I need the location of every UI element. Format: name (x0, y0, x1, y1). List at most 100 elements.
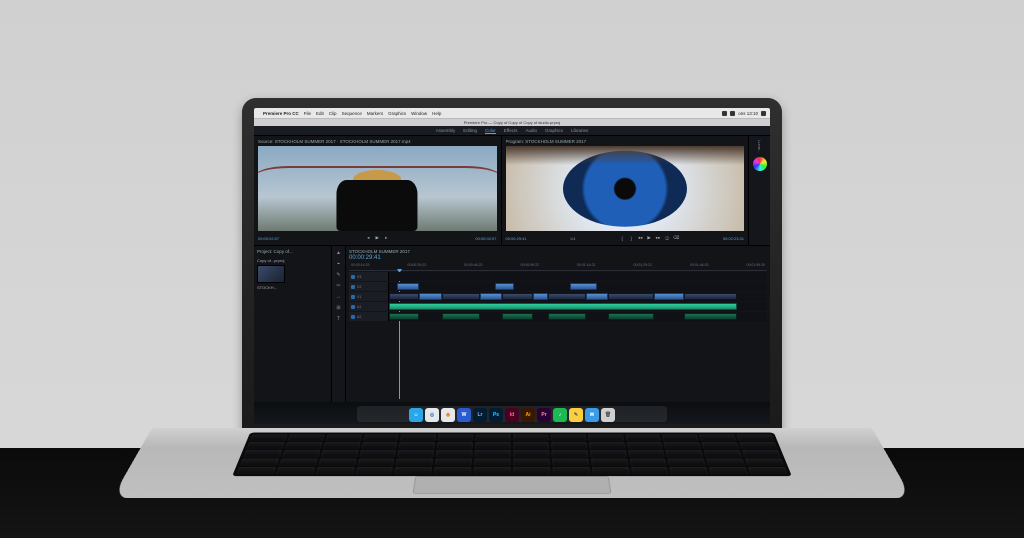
type-tool-button[interactable]: T (335, 315, 343, 323)
keyboard-key[interactable] (397, 450, 434, 457)
video-clip[interactable] (533, 293, 548, 300)
project-clip-thumbnail[interactable] (257, 265, 285, 283)
keyboard-key[interactable] (359, 450, 397, 457)
keyboard-key[interactable] (250, 434, 288, 441)
keyboard-key[interactable] (706, 458, 745, 465)
dock-indesign-icon[interactable]: Id (505, 408, 519, 422)
keyboard-key[interactable] (355, 467, 394, 474)
keyboard-key[interactable] (591, 467, 629, 474)
keyboard-key[interactable] (587, 434, 623, 441)
menu-graphics[interactable]: Graphics (388, 111, 406, 116)
keyboard-key[interactable] (320, 450, 358, 457)
keyboard-key[interactable] (513, 450, 549, 457)
ripple-tool-button[interactable]: ✎ (335, 271, 343, 279)
source-out-timecode[interactable]: 00:00:02:07 (475, 236, 496, 241)
laptop-trackpad[interactable] (413, 476, 612, 494)
keyboard-key[interactable] (551, 442, 587, 449)
program-duration-timecode[interactable]: 00:02:23:31 (723, 236, 744, 241)
video-clip[interactable] (442, 293, 480, 300)
audio-clip[interactable] (442, 313, 480, 320)
video-clip[interactable] (570, 283, 596, 290)
keyboard-key[interactable] (323, 442, 361, 449)
keyboard-key[interactable] (664, 442, 702, 449)
video-clip[interactable] (548, 293, 586, 300)
slip-tool-button[interactable]: ↔ (335, 293, 343, 301)
track-lane-v2[interactable] (389, 282, 767, 291)
keyboard-key[interactable] (357, 458, 395, 465)
track-toggle-icon[interactable] (351, 285, 355, 289)
keyboard-key[interactable] (363, 434, 400, 441)
razor-tool-button[interactable]: ✂ (335, 282, 343, 290)
keyboard-key[interactable] (588, 442, 625, 449)
dock-safari-icon[interactable]: ◎ (425, 408, 439, 422)
timeline-ruler[interactable]: 00:00:14:2300:00:29:2300:00:44:2200:00:5… (349, 263, 767, 271)
wifi-icon[interactable] (722, 111, 727, 116)
video-clip[interactable] (608, 293, 653, 300)
track-select-tool-button[interactable]: ⌖ (335, 260, 343, 268)
keyboard-key[interactable] (287, 434, 325, 441)
keyboard-key[interactable] (668, 458, 707, 465)
program-play-button[interactable]: ▶ (646, 235, 653, 242)
dock-finder-icon[interactable]: ☺ (409, 408, 423, 422)
keyboard-key[interactable] (739, 442, 777, 449)
program-mark-in-button[interactable]: { (619, 235, 626, 242)
keyboard-key[interactable] (394, 467, 432, 474)
menu-sequence[interactable]: Sequence (342, 111, 362, 116)
keyboard-key[interactable] (435, 458, 472, 465)
keyboard-key[interactable] (361, 442, 398, 449)
keyboard-key[interactable] (550, 434, 586, 441)
keyboard-key[interactable] (513, 458, 550, 465)
menu-clip[interactable]: Clip (329, 111, 337, 116)
keyboard-key[interactable] (318, 458, 357, 465)
dock-photoshop-icon[interactable]: Ps (489, 408, 503, 422)
keyboard-key[interactable] (240, 458, 279, 465)
lumetri-panel[interactable]: Lume... (748, 136, 770, 245)
dock-word-icon[interactable]: W (457, 408, 471, 422)
audio-clip[interactable] (548, 313, 586, 320)
keyboard-key[interactable] (626, 442, 663, 449)
workspace-tab-editing[interactable]: Editing (463, 128, 477, 133)
source-in-timecode[interactable]: 00:00:02:07 (258, 236, 279, 241)
keyboard-key[interactable] (399, 442, 436, 449)
selection-tool-button[interactable]: ▲ (335, 249, 343, 257)
track-header-v1[interactable]: V1 (349, 292, 389, 301)
dock-trash-icon[interactable]: 🗑 (601, 408, 615, 422)
keyboard-key[interactable] (279, 458, 318, 465)
keyboard-key[interactable] (704, 450, 743, 457)
keyboard-key[interactable] (436, 450, 473, 457)
track-toggle-icon[interactable] (351, 295, 355, 299)
video-clip[interactable] (495, 283, 514, 290)
keyboard-key[interactable] (552, 458, 589, 465)
program-step-fwd-button[interactable]: ▸▸ (655, 235, 662, 242)
audio-clip[interactable] (389, 303, 737, 310)
keyboard-key[interactable] (315, 467, 354, 474)
track-lane-v1[interactable] (389, 292, 767, 301)
keyboard-key[interactable] (285, 442, 323, 449)
video-clip[interactable] (389, 293, 419, 300)
keyboard-key[interactable] (400, 434, 436, 441)
laptop-keyboard[interactable] (232, 433, 792, 477)
app-name[interactable]: Premiere Pro CC (263, 111, 299, 116)
keyboard-key[interactable] (666, 450, 704, 457)
dock-spotify-icon[interactable]: ♪ (553, 408, 567, 422)
track-lane-a1[interactable] (389, 302, 767, 311)
video-clip[interactable] (397, 283, 420, 290)
source-next-frame-button[interactable]: ▸ (383, 235, 390, 242)
menubar-clock[interactable]: ons 13:10 (738, 111, 758, 116)
track-header-v2[interactable]: V2 (349, 282, 389, 291)
keyboard-key[interactable] (434, 467, 472, 474)
keyboard-key[interactable] (745, 458, 784, 465)
keyboard-key[interactable] (474, 450, 510, 457)
keyboard-key[interactable] (475, 442, 511, 449)
video-clip[interactable] (419, 293, 442, 300)
keyboard-key[interactable] (513, 467, 550, 474)
audio-clip[interactable] (502, 313, 532, 320)
track-header-v3[interactable]: V3 (349, 272, 389, 281)
workspace-tab-assembly[interactable]: Assembly (436, 128, 456, 133)
video-clip[interactable] (502, 293, 532, 300)
workspace-tab-audio[interactable]: Audio (525, 128, 537, 133)
video-clip[interactable] (586, 293, 609, 300)
audio-clip[interactable] (608, 313, 653, 320)
keyboard-key[interactable] (396, 458, 434, 465)
menu-help[interactable]: Help (432, 111, 441, 116)
